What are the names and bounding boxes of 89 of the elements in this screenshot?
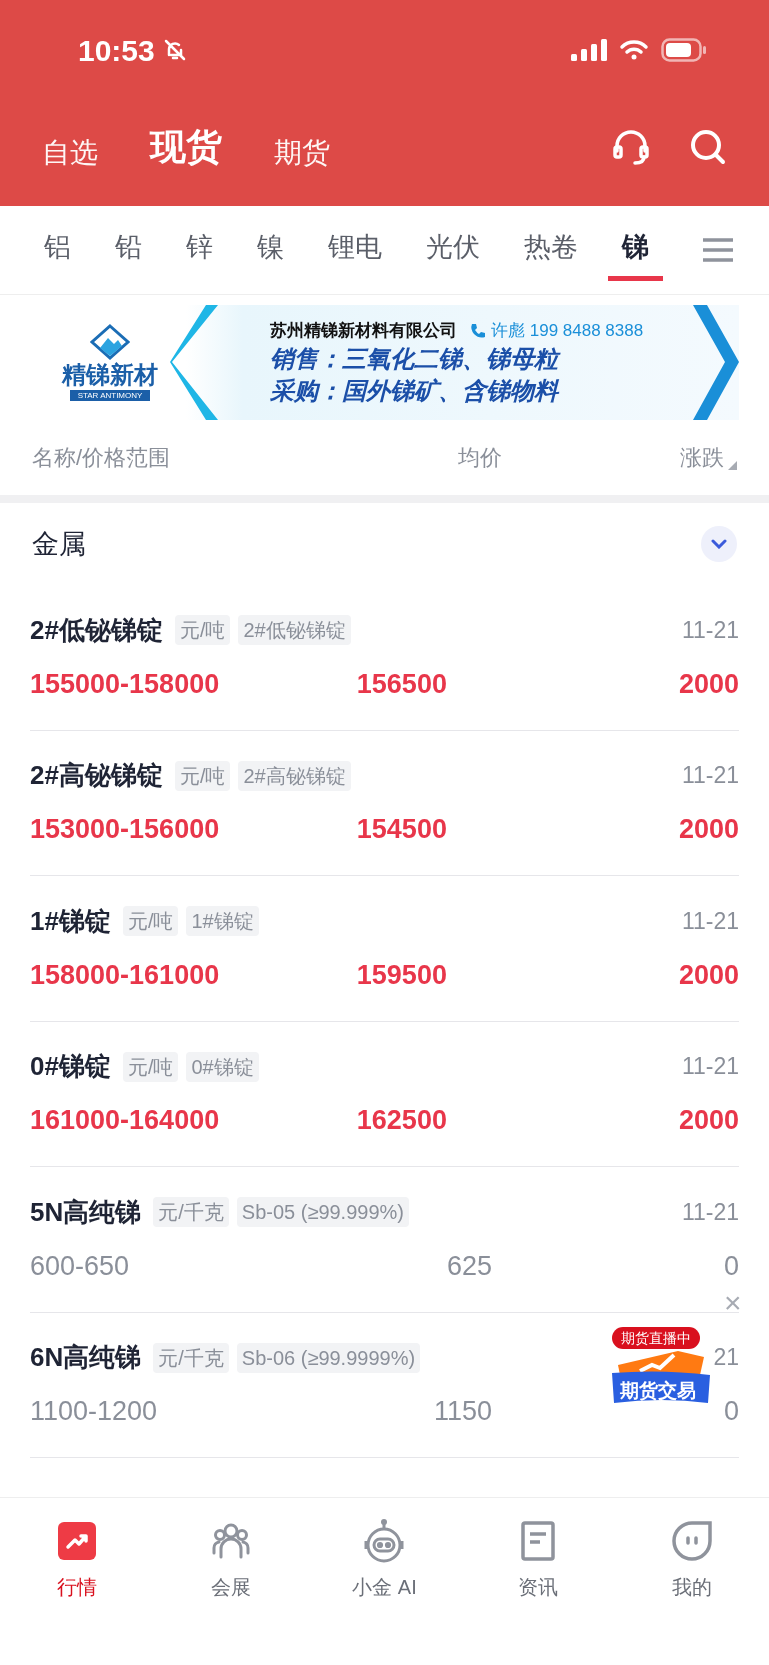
futures-trading-badge[interactable]: 期货直播中 期货交易 bbox=[612, 1327, 710, 1407]
ad-sales-line: 销售：三氧化二锑、锑母粒 bbox=[270, 343, 644, 376]
unit-tag: 元/吨 bbox=[174, 760, 231, 791]
ad-purchase-line: 采购：国外锑矿、含锑物料 bbox=[270, 376, 560, 407]
price-change: 2000 bbox=[678, 667, 739, 701]
nav-tab[interactable]: 行情 bbox=[0, 1518, 154, 1602]
nav-tab[interactable]: 小金 AI bbox=[307, 1518, 462, 1602]
battery-icon bbox=[661, 38, 707, 62]
search-button[interactable] bbox=[689, 128, 727, 166]
document-icon bbox=[520, 1520, 557, 1562]
price-range: 155000-158000 bbox=[30, 667, 221, 701]
column-header: 均价 bbox=[457, 444, 503, 472]
chevron-frame-icon bbox=[693, 305, 739, 420]
unit-tag: 元/千克 bbox=[153, 1342, 229, 1373]
spec-tag: 1#锑锭 bbox=[186, 906, 259, 936]
price-range: 1100-1200 bbox=[30, 1395, 159, 1428]
status-time: 10:53 bbox=[78, 32, 155, 69]
column-header[interactable]: 涨跌 bbox=[680, 441, 724, 474]
product-name: 5N高纯锑 bbox=[30, 1195, 142, 1229]
product-name: 2#低铋锑锭 bbox=[30, 613, 163, 647]
live-badge: 期货直播中 bbox=[612, 1327, 700, 1349]
average-price: 156500 bbox=[356, 667, 447, 701]
column-header: 名称/价格范围 bbox=[32, 444, 172, 472]
spec-tag: 0#锑锭 bbox=[186, 1051, 259, 1082]
company-name: 苏州精锑新材料有限公司 bbox=[270, 319, 457, 342]
diamond-logo-icon bbox=[90, 324, 130, 360]
product-name: 6N高纯锑 bbox=[30, 1341, 142, 1374]
price-date: 11-21 bbox=[681, 1197, 739, 1227]
category-tab[interactable]: 热卷 bbox=[510, 219, 592, 281]
average-price: 625 bbox=[446, 1249, 492, 1283]
top-tab[interactable]: 自选 bbox=[42, 132, 98, 174]
wifi-icon bbox=[619, 39, 649, 61]
nav-tab[interactable]: 资讯 bbox=[461, 1518, 616, 1602]
sort-icon bbox=[728, 461, 737, 470]
top-tab[interactable]: 现货 bbox=[150, 120, 222, 174]
category-tab[interactable]: 光伏 bbox=[412, 219, 494, 281]
price-date: 11-21 bbox=[681, 761, 739, 791]
category-tab[interactable]: 锂电 bbox=[314, 219, 396, 281]
top-tab[interactable]: 期货 bbox=[274, 132, 330, 174]
spec-tag: Sb-05 (≥99.999%) bbox=[236, 1197, 409, 1227]
section-title: 金属 bbox=[32, 527, 86, 561]
average-price: 1150 bbox=[433, 1395, 492, 1428]
badge-label: 期货交易 bbox=[620, 1379, 696, 1403]
price-range: 600-650 bbox=[30, 1249, 131, 1283]
category-tab[interactable]: 锑 bbox=[608, 219, 663, 281]
price-change: 2000 bbox=[678, 958, 739, 992]
chevron-frame-icon bbox=[170, 305, 220, 420]
category-tab[interactable]: 锌 bbox=[172, 219, 227, 281]
nav-tab[interactable]: 我的 bbox=[615, 1518, 769, 1602]
menu-button[interactable] bbox=[703, 237, 733, 263]
unit-tag: 元/吨 bbox=[174, 615, 231, 645]
spec-tag: 2#高铋锑锭 bbox=[238, 760, 351, 791]
contact-phone: 许彪 199 8488 8388 bbox=[491, 319, 644, 342]
unit-tag: 元/吨 bbox=[122, 1051, 179, 1082]
price-date: 21 bbox=[713, 1343, 739, 1373]
unit-tag: 元/吨 bbox=[122, 906, 179, 936]
headset-button[interactable] bbox=[611, 127, 651, 167]
trend-chart-icon bbox=[57, 1522, 96, 1560]
average-price: 159500 bbox=[356, 958, 447, 992]
people-icon bbox=[210, 1521, 251, 1561]
chevron-icon bbox=[711, 539, 727, 549]
category-tab[interactable]: 镍 bbox=[243, 219, 298, 281]
product-name: 2#高铋锑锭 bbox=[30, 759, 163, 792]
spec-tag: 2#低铋锑锭 bbox=[238, 615, 351, 645]
price-change: 0 bbox=[723, 1249, 739, 1283]
unit-tag: 元/千克 bbox=[153, 1197, 229, 1227]
price-change: 0 bbox=[723, 1395, 739, 1428]
collapse-button[interactable] bbox=[701, 526, 737, 562]
price-range: 153000-156000 bbox=[30, 813, 221, 846]
price-range: 158000-161000 bbox=[30, 958, 221, 992]
price-date: 11-21 bbox=[681, 1052, 739, 1082]
category-tab[interactable]: 铅 bbox=[101, 219, 156, 281]
price-change: 2000 bbox=[678, 813, 739, 846]
average-price: 162500 bbox=[356, 1104, 447, 1137]
spec-tag: Sb-06 (≥99.9999%) bbox=[236, 1342, 421, 1373]
speech-face-icon bbox=[671, 1520, 714, 1562]
signal-icon bbox=[571, 39, 607, 61]
nav-tab[interactable]: 会展 bbox=[153, 1518, 308, 1602]
price-date: 11-21 bbox=[681, 615, 739, 645]
price-date: 11-21 bbox=[681, 906, 739, 936]
phone-icon bbox=[469, 321, 487, 340]
product-name: 1#锑锭 bbox=[30, 904, 111, 938]
brand-name: 精锑新材 bbox=[62, 360, 158, 390]
product-name: 0#锑锭 bbox=[30, 1050, 111, 1083]
category-tab[interactable]: 铝 bbox=[30, 219, 85, 281]
average-price: 154500 bbox=[356, 813, 447, 846]
price-range: 161000-164000 bbox=[30, 1104, 221, 1137]
brand-subtitle: STAR ANTIMONY bbox=[69, 390, 151, 401]
price-change: 2000 bbox=[678, 1104, 739, 1137]
